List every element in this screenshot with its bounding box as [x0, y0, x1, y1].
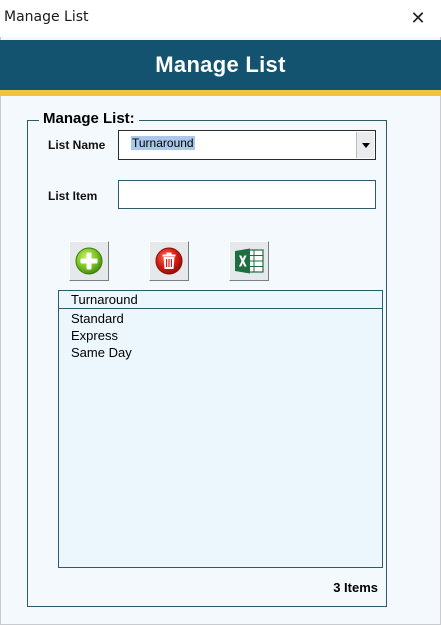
list-items: Standard Express Same Day	[71, 310, 132, 361]
add-item-button[interactable]	[69, 241, 109, 281]
list-item-input[interactable]	[118, 180, 376, 209]
list-name-dropdown[interactable]: Turnaround	[118, 130, 376, 160]
excel-icon	[235, 248, 264, 274]
header-stripe	[0, 90, 441, 96]
list-item[interactable]: Same Day	[71, 344, 132, 361]
list-name-label: List Name	[48, 138, 106, 152]
export-excel-button[interactable]	[229, 241, 269, 281]
list-header: Turnaround	[59, 291, 382, 309]
list-item[interactable]: Standard	[71, 310, 132, 327]
trash-icon	[155, 247, 183, 275]
plus-icon	[75, 247, 103, 275]
items-listbox[interactable]: Turnaround Standard Express Same Day	[58, 290, 383, 568]
list-item-label: List Item	[48, 189, 98, 203]
chevron-down-icon[interactable]	[356, 132, 374, 158]
page-title: Manage List	[155, 52, 286, 77]
title-bar: Manage List ✕	[0, 0, 441, 37]
item-count: 3 Items	[333, 580, 378, 595]
header-banner: Manage List	[0, 40, 441, 90]
group-label: Manage List:	[39, 110, 139, 127]
delete-item-button[interactable]	[149, 241, 189, 281]
window-title: Manage List	[4, 9, 89, 25]
close-icon[interactable]: ✕	[395, 0, 441, 37]
list-item[interactable]: Express	[71, 327, 132, 344]
list-name-value: Turnaround	[131, 136, 195, 150]
